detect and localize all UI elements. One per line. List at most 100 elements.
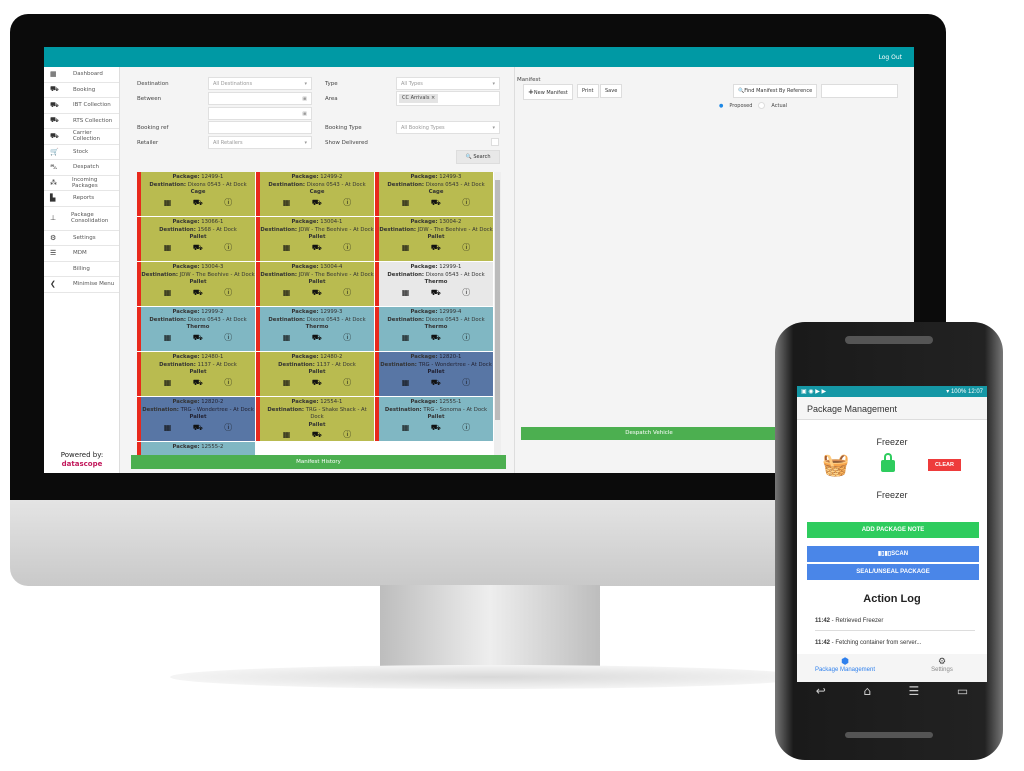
destination-select[interactable]: All Destinations ▾ bbox=[208, 77, 312, 90]
logout-link[interactable]: Log Out bbox=[878, 54, 902, 61]
truck-icon[interactable]: ⛟ bbox=[312, 431, 322, 439]
package-card[interactable]: Package: 12999-3 Destination: Dixons 0543… bbox=[256, 307, 374, 351]
info-icon[interactable]: ⓘ bbox=[462, 423, 470, 432]
sidebar-item-booking[interactable]: ⛟ Booking bbox=[44, 83, 119, 98]
info-icon[interactable]: ⓘ bbox=[343, 198, 351, 207]
info-icon[interactable]: ⓘ bbox=[343, 378, 351, 387]
info-icon[interactable]: ⓘ bbox=[343, 288, 351, 297]
sidebar-item-ibt-collection[interactable]: ⛟ IBT Collection bbox=[44, 98, 119, 114]
truck-icon[interactable]: ⛟ bbox=[193, 288, 203, 297]
menu-icon[interactable]: ☰ bbox=[909, 684, 920, 704]
truck-icon[interactable]: ⛟ bbox=[312, 333, 322, 342]
new-manifest-button[interactable]: +New Manifest bbox=[523, 84, 573, 100]
nav-package-management[interactable]: ⬢ Package Management bbox=[805, 656, 885, 673]
qr-code-icon[interactable]: ▦ bbox=[283, 198, 291, 207]
scrollbar-thumb[interactable] bbox=[495, 180, 500, 420]
package-card[interactable]: Package: 13004-2 Destination: JDW - The B… bbox=[375, 217, 493, 261]
despatch-vehicle-button[interactable]: Despatch Vehicle bbox=[521, 427, 777, 440]
radio-actual[interactable] bbox=[758, 102, 766, 109]
find-manifest-button[interactable]: 🔍Find Manifest By Reference bbox=[733, 84, 818, 98]
truck-icon[interactable]: ⛟ bbox=[312, 243, 322, 252]
package-card[interactable]: Package: 12999-2 Destination: Dixons 0543… bbox=[137, 307, 255, 351]
info-icon[interactable]: ⓘ bbox=[343, 431, 351, 439]
package-card[interactable]: Package: 12499-1 Destination: Dixons 0543… bbox=[137, 172, 255, 216]
info-icon[interactable]: ⓘ bbox=[224, 333, 232, 342]
info-icon[interactable]: ⓘ bbox=[224, 288, 232, 297]
truck-icon[interactable]: ⛟ bbox=[193, 423, 203, 432]
sidebar-item-settings[interactable]: ⚙ Settings bbox=[44, 231, 119, 246]
type-select[interactable]: All Types ▾ bbox=[396, 77, 500, 90]
calendar-icon[interactable]: ▣ bbox=[302, 96, 307, 102]
package-card[interactable]: Package: 13066-1 Destination: 1568 - At D… bbox=[137, 217, 255, 261]
manifest-history-button[interactable]: Manifest History bbox=[131, 455, 506, 469]
qr-code-icon[interactable]: ▦ bbox=[164, 198, 172, 207]
sidebar-item-reports[interactable]: ▙ Reports bbox=[44, 191, 119, 207]
booking-ref-input[interactable] bbox=[208, 121, 312, 134]
sidebar-item-rts-collection[interactable]: ⛟ RTS Collection bbox=[44, 114, 119, 129]
truck-icon[interactable]: ⛟ bbox=[431, 288, 441, 297]
info-icon[interactable]: ⓘ bbox=[462, 198, 470, 207]
back-icon[interactable]: ↩ bbox=[816, 684, 826, 704]
retailer-select[interactable]: All Retailers ▾ bbox=[208, 136, 312, 149]
sidebar-item-stock[interactable]: 🛒 Stock bbox=[44, 145, 119, 160]
qr-code-icon[interactable]: ▦ bbox=[283, 288, 291, 297]
package-card[interactable]: Package: 12555-2 bbox=[137, 442, 255, 455]
truck-icon[interactable]: ⛟ bbox=[193, 378, 203, 387]
home-icon[interactable]: ⌂ bbox=[863, 684, 871, 704]
truck-icon[interactable]: ⛟ bbox=[312, 378, 322, 387]
area-multiselect[interactable]: CC Arrivals × bbox=[396, 91, 500, 106]
sidebar-item-mdm[interactable]: ☰ MDM bbox=[44, 246, 119, 262]
remove-tag-icon[interactable]: × bbox=[431, 95, 435, 101]
sidebar-item-dashboard[interactable]: ▦ Dashboard bbox=[44, 67, 119, 83]
area-tag[interactable]: CC Arrivals × bbox=[399, 94, 439, 103]
info-icon[interactable]: ⓘ bbox=[462, 288, 470, 297]
sidebar-item-minimise-menu[interactable]: ❮ Minimise Menu bbox=[44, 277, 119, 293]
truck-icon[interactable]: ⛟ bbox=[431, 198, 441, 207]
date-from-input[interactable]: ▣ bbox=[208, 92, 312, 105]
save-button[interactable]: Save bbox=[600, 84, 623, 98]
show-delivered-checkbox[interactable] bbox=[491, 138, 499, 146]
package-card[interactable]: Package: 12999-4 Destination: Dixons 0543… bbox=[375, 307, 493, 351]
truck-icon[interactable]: ⛟ bbox=[312, 288, 322, 297]
truck-icon[interactable]: ⛟ bbox=[193, 333, 203, 342]
info-icon[interactable]: ⓘ bbox=[224, 423, 232, 432]
search-button[interactable]: 🔍 Search bbox=[456, 150, 500, 164]
sidebar-item-carrier-collection[interactable]: ⛟ Carrier Collection bbox=[44, 129, 119, 145]
package-card[interactable]: Package: 12480-1 Destination: 1137 - At D… bbox=[137, 352, 255, 396]
add-package-note-button[interactable]: ADD PACKAGE NOTE bbox=[807, 522, 979, 538]
qr-code-icon[interactable]: ▦ bbox=[402, 378, 410, 387]
seal-unseal-button[interactable]: SEAL/UNSEAL PACKAGE bbox=[807, 564, 979, 580]
sidebar-item-billing[interactable]: Billing bbox=[44, 262, 119, 277]
package-card[interactable]: Package: 13004-1 Destination: JDW - The B… bbox=[256, 217, 374, 261]
qr-code-icon[interactable]: ▦ bbox=[164, 423, 172, 432]
qr-code-icon[interactable]: ▦ bbox=[283, 378, 291, 387]
truck-icon[interactable]: ⛟ bbox=[431, 378, 441, 387]
package-card[interactable]: Package: 13004-3 Destination: JDW - The B… bbox=[137, 262, 255, 306]
sidebar-item-package-consolidation[interactable]: ⊥ Package Consolidation bbox=[44, 207, 119, 231]
truck-icon[interactable]: ⛟ bbox=[312, 198, 322, 207]
print-button[interactable]: Print bbox=[577, 84, 599, 98]
qr-code-icon[interactable]: ▦ bbox=[402, 333, 410, 342]
package-card[interactable]: Package: 12480-2 Destination: 1137 - At D… bbox=[256, 352, 374, 396]
package-card[interactable]: Package: 12499-2 Destination: Dixons 0543… bbox=[256, 172, 374, 216]
info-icon[interactable]: ⓘ bbox=[343, 243, 351, 252]
radio-proposed[interactable]: ● bbox=[719, 103, 723, 109]
sidebar-item-incoming-packages[interactable]: ⁂ Incoming Packages bbox=[44, 176, 119, 191]
package-card[interactable]: Package: 12555-1 Destination: TRG - Sonom… bbox=[375, 397, 493, 441]
info-icon[interactable]: ⓘ bbox=[462, 378, 470, 387]
qr-code-icon[interactable]: ▦ bbox=[402, 243, 410, 252]
package-card[interactable]: Package: 12820-2 Destination: TRG - Wonde… bbox=[137, 397, 255, 441]
qr-code-icon[interactable]: ▦ bbox=[283, 431, 291, 439]
info-icon[interactable]: ⓘ bbox=[224, 198, 232, 207]
package-card[interactable]: Package: 12554-1 Destination: TRG - Shake… bbox=[256, 397, 374, 441]
scan-button[interactable]: ▮▯▮▯SCAN bbox=[807, 546, 979, 562]
grid-scrollbar[interactable] bbox=[494, 172, 501, 455]
truck-icon[interactable]: ⛟ bbox=[431, 333, 441, 342]
qr-code-icon[interactable]: ▦ bbox=[402, 288, 410, 297]
manifest-reference-input[interactable] bbox=[821, 84, 898, 98]
booking-type-select[interactable]: All Booking Types ▾ bbox=[396, 121, 500, 134]
info-icon[interactable]: ⓘ bbox=[462, 243, 470, 252]
nav-settings[interactable]: ⚙ Settings bbox=[912, 656, 972, 673]
package-card[interactable]: Package: 13004-4 Destination: JDW - The B… bbox=[256, 262, 374, 306]
date-to-input[interactable]: ▣ bbox=[208, 107, 312, 120]
